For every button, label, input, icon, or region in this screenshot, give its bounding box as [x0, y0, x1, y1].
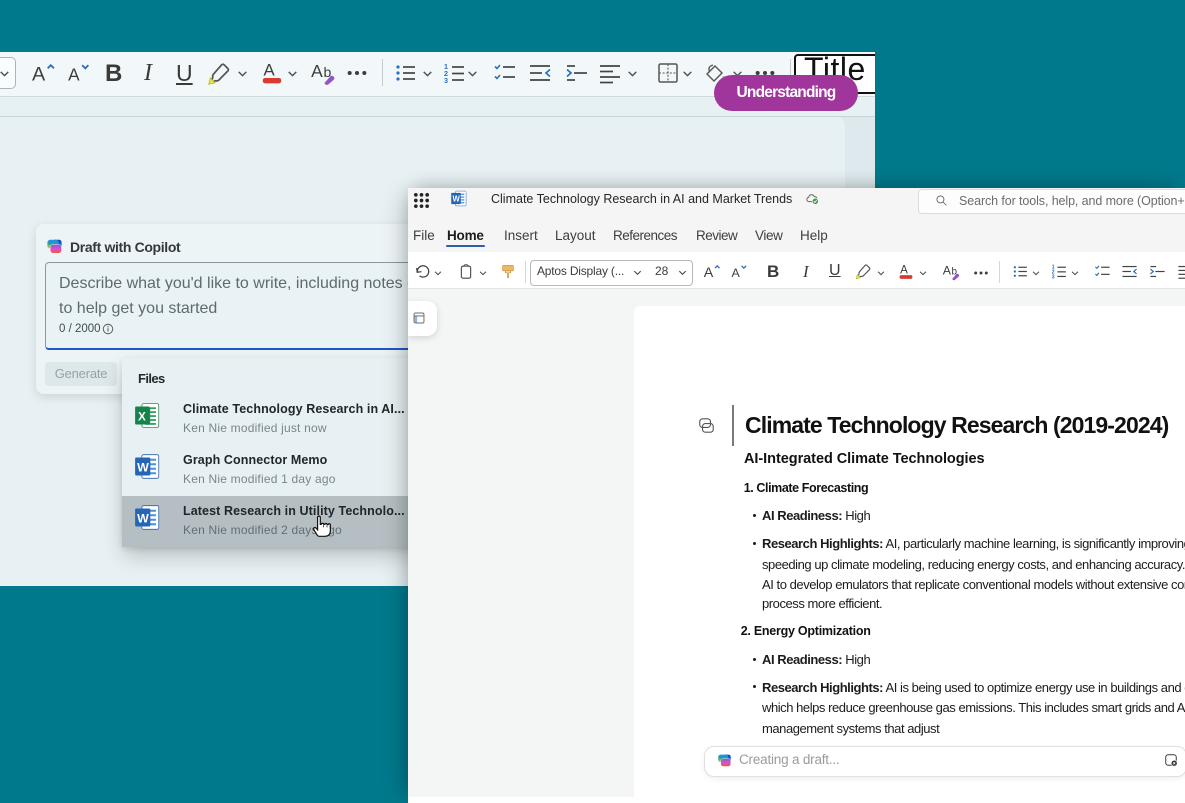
svg-text:A: A — [68, 64, 80, 84]
svg-text:A: A — [704, 265, 714, 281]
svg-text:A: A — [732, 266, 741, 280]
svg-text:A: A — [32, 63, 46, 85]
